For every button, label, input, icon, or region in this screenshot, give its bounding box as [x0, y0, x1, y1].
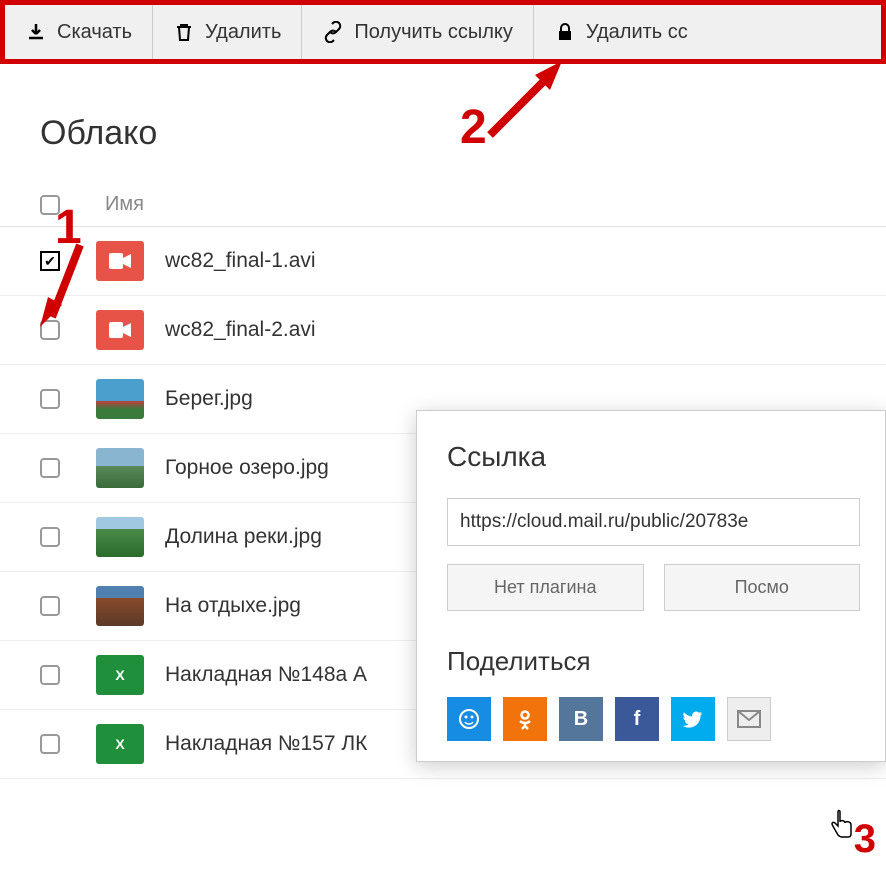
share-twitter-icon[interactable]: [671, 697, 715, 741]
view-button[interactable]: Посмо: [664, 564, 861, 611]
file-row[interactable]: wc82_final-1.avi: [0, 227, 886, 296]
share-icons: B f: [447, 697, 860, 741]
file-name: Накладная №148а А: [150, 663, 367, 687]
annotation-2: 2: [460, 100, 487, 155]
video-thumbnail-icon: [96, 310, 144, 350]
column-header-name: Имя: [90, 193, 144, 216]
excel-thumbnail-icon: X: [96, 655, 144, 695]
getlink-button[interactable]: Получить ссылку: [302, 5, 533, 59]
file-name: wc82_final-2.avi: [150, 318, 316, 342]
share-title: Поделиться: [447, 646, 860, 677]
file-name: Горное озеро.jpg: [150, 456, 329, 480]
link-popup: Ссылка Нет плагина Посмо Поделиться B f: [416, 410, 886, 762]
getlink-label: Получить ссылку: [354, 21, 512, 44]
annotation-1: 1: [55, 200, 82, 255]
share-moimir-icon[interactable]: [447, 697, 491, 741]
link-icon: [322, 21, 344, 43]
lock-icon: [554, 21, 576, 43]
file-list-header: Имя: [0, 183, 886, 227]
image-thumbnail-icon: [96, 379, 144, 419]
file-name: wc82_final-1.avi: [150, 249, 316, 273]
toolbar: Скачать Удалить Получить ссылку Удалить …: [0, 0, 886, 64]
share-facebook-icon[interactable]: f: [615, 697, 659, 741]
download-label: Скачать: [57, 21, 132, 44]
delete-button[interactable]: Удалить: [153, 5, 302, 59]
popup-title: Ссылка: [447, 441, 860, 473]
annotation-3: 3: [854, 817, 876, 862]
url-input[interactable]: [447, 498, 860, 546]
download-button[interactable]: Скачать: [5, 5, 153, 59]
video-thumbnail-icon: [96, 241, 144, 281]
image-thumbnail-icon: [96, 448, 144, 488]
share-vk-icon[interactable]: B: [559, 697, 603, 741]
file-checkbox[interactable]: [40, 389, 60, 409]
no-plugin-button[interactable]: Нет плагина: [447, 564, 644, 611]
excel-thumbnail-icon: X: [96, 724, 144, 764]
image-thumbnail-icon: [96, 517, 144, 557]
file-checkbox[interactable]: [40, 596, 60, 616]
file-checkbox[interactable]: [40, 527, 60, 547]
file-name: Долина реки.jpg: [150, 525, 322, 549]
removelink-label: Удалить сс: [586, 21, 688, 44]
share-mail-icon[interactable]: [727, 697, 771, 741]
file-name: На отдыхе.jpg: [150, 594, 301, 618]
delete-label: Удалить: [205, 21, 281, 44]
arrow-2: [480, 55, 570, 145]
file-name: Берег.jpg: [150, 387, 253, 411]
page-title: Облако: [0, 64, 886, 183]
cursor-icon: [826, 809, 856, 850]
file-row[interactable]: wc82_final-2.avi: [0, 296, 886, 365]
file-checkbox[interactable]: [40, 458, 60, 478]
trash-icon: [173, 21, 195, 43]
image-thumbnail-icon: [96, 586, 144, 626]
removelink-button[interactable]: Удалить сс: [534, 5, 708, 59]
share-ok-icon[interactable]: [503, 697, 547, 741]
file-checkbox[interactable]: [40, 665, 60, 685]
download-icon: [25, 21, 47, 43]
file-name: Накладная №157 ЛК: [150, 732, 367, 756]
file-checkbox[interactable]: [40, 734, 60, 754]
